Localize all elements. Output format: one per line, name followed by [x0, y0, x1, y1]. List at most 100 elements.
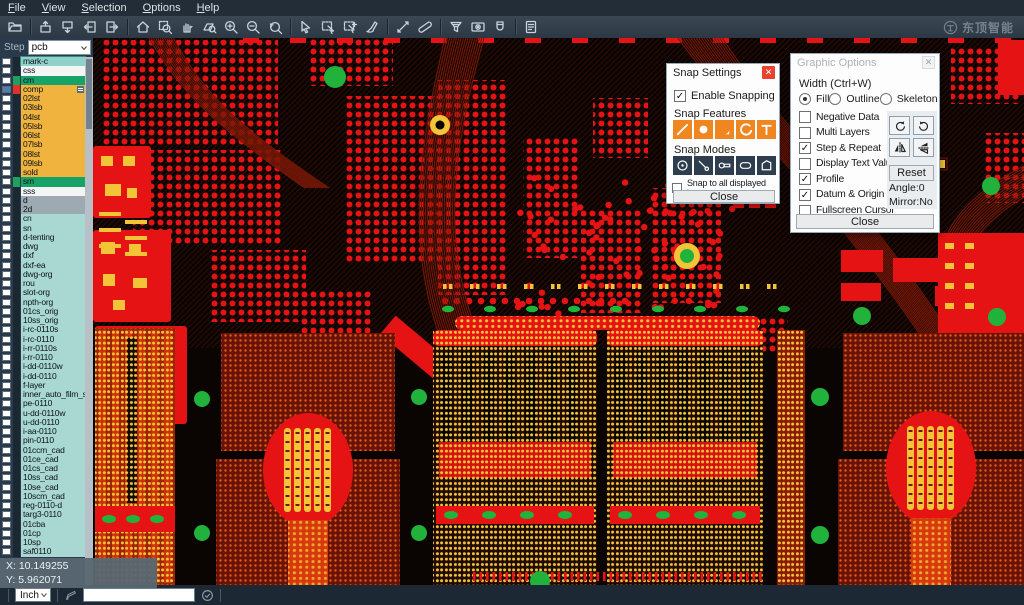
- layer-row-rou[interactable]: rou: [0, 279, 85, 288]
- checkbox-multi-layers[interactable]: Multi Layers: [799, 127, 891, 139]
- checkbox-negative-data[interactable]: Negative Data: [799, 111, 891, 123]
- send-right-icon[interactable]: [101, 17, 123, 37]
- layer-row-cm[interactable]: cm: [0, 76, 85, 85]
- flip-horizontal-icon[interactable]: [889, 138, 910, 157]
- layer-visibility-checkbox[interactable]: [2, 262, 11, 269]
- layer-row-dxf-ea[interactable]: dxf-ea: [0, 261, 85, 270]
- rotate-cw-icon[interactable]: [889, 116, 910, 135]
- layer-row-cn[interactable]: cn: [0, 214, 85, 223]
- layer-row-02lst[interactable]: 02lst: [0, 94, 85, 103]
- layer-visibility-checkbox[interactable]: [2, 400, 11, 407]
- layer-visibility-checkbox[interactable]: [2, 373, 11, 380]
- layer-row-09lsb[interactable]: 09lsb: [0, 159, 85, 168]
- layer-row-d[interactable]: d: [0, 196, 85, 205]
- load-left-icon[interactable]: [79, 17, 101, 37]
- layer-row-i-dd-0110w[interactable]: i-dd-0110w: [0, 362, 85, 371]
- snap-magnet-icon[interactable]: [489, 17, 511, 37]
- layer-visibility-checkbox[interactable]: [2, 104, 11, 111]
- layer-visibility-checkbox[interactable]: [2, 215, 11, 222]
- layer-row-04lst[interactable]: 04lst: [0, 113, 85, 122]
- layer-row-dwg-org[interactable]: dwg-org: [0, 270, 85, 279]
- layer-visibility-checkbox[interactable]: [2, 391, 11, 398]
- flip-vertical-icon[interactable]: [913, 138, 934, 157]
- layer-visibility-checkbox[interactable]: [2, 521, 11, 528]
- layer-visibility-checkbox[interactable]: [2, 465, 11, 472]
- layer-visibility-checkbox[interactable]: [2, 502, 11, 509]
- layer-visibility-checkbox[interactable]: [2, 114, 11, 121]
- layer-row-i-rc-0110s[interactable]: i-rc-0110s: [0, 325, 85, 334]
- menu-item-help[interactable]: Help: [197, 2, 220, 14]
- rotate-ccw-icon[interactable]: [913, 116, 934, 135]
- layer-visibility-checkbox[interactable]: [2, 354, 11, 361]
- layer-visibility-checkbox[interactable]: [2, 437, 11, 444]
- layer-visibility-checkbox[interactable]: [2, 419, 11, 426]
- zoom-out-icon[interactable]: [242, 17, 264, 37]
- zoom-object-icon[interactable]: [198, 17, 220, 37]
- checkbox-step-repeat[interactable]: ✓Step & Repeat: [799, 142, 891, 154]
- layer-row-2d[interactable]: 2d: [0, 205, 85, 214]
- layer-visibility-checkbox[interactable]: [2, 197, 11, 204]
- layer-row-01cs_orig[interactable]: 01cs_orig: [0, 307, 85, 316]
- select-window-icon[interactable]: [317, 17, 339, 37]
- layer-row-10se_cad[interactable]: 10se_cad: [0, 483, 85, 492]
- layer-row-i-dd-0110[interactable]: i-dd-0110: [0, 372, 85, 381]
- export-icon[interactable]: [57, 17, 79, 37]
- snap-close-button[interactable]: Close: [673, 190, 775, 203]
- mode-key-icon[interactable]: [715, 156, 734, 175]
- layer-visibility-checkbox[interactable]: [2, 474, 11, 481]
- layer-row-i-rr-0110[interactable]: i-rr-0110: [0, 353, 85, 362]
- layer-visibility-checkbox[interactable]: [2, 123, 11, 130]
- snap-surface-icon[interactable]: [715, 120, 734, 139]
- layer-row-sold[interactable]: sold: [0, 168, 85, 177]
- layer-visibility-checkbox[interactable]: [2, 326, 11, 333]
- checkbox[interactable]: ✓: [674, 90, 686, 102]
- layer-row-01cp[interactable]: 01cp: [0, 529, 85, 538]
- layer-row-i-rr-0110s[interactable]: i-rr-0110s: [0, 344, 85, 353]
- layer-row-reg-0110-d[interactable]: reg-0110-d: [0, 501, 85, 510]
- checkbox-datum-origin[interactable]: ✓Datum & Origin: [799, 189, 891, 201]
- layer-row-07lsb[interactable]: 07lsb: [0, 140, 85, 149]
- layer-row-03lsb[interactable]: 03lsb: [0, 103, 85, 112]
- view-eye-icon[interactable]: [467, 17, 489, 37]
- layer-visibility-checkbox[interactable]: [2, 336, 11, 343]
- layer-row-npth-org[interactable]: npth-org: [0, 298, 85, 307]
- layer-row-i-aa-0110[interactable]: i-aa-0110: [0, 427, 85, 436]
- layer-row-sn[interactable]: sn: [0, 224, 85, 233]
- snap-line-icon[interactable]: [673, 120, 692, 139]
- menu-item-view[interactable]: View: [42, 2, 66, 14]
- layer-visibility-checkbox[interactable]: [2, 169, 11, 176]
- layer-row-01cba[interactable]: 01cba: [0, 520, 85, 529]
- layer-row-comp[interactable]: comp: [0, 85, 85, 94]
- menu-item-file[interactable]: File: [8, 2, 26, 14]
- zoom-previous-icon[interactable]: [264, 17, 286, 37]
- layer-visibility-checkbox[interactable]: [2, 428, 11, 435]
- step-select[interactable]: pcb: [28, 40, 91, 55]
- select-group-icon[interactable]: [339, 17, 361, 37]
- layer-visibility-checkbox[interactable]: [2, 382, 11, 389]
- menu-item-options[interactable]: Options: [143, 2, 181, 14]
- layer-visibility-checkbox[interactable]: [2, 548, 11, 555]
- layer-visibility-checkbox[interactable]: [2, 141, 11, 148]
- radio-outline[interactable]: Outline: [829, 93, 879, 105]
- layer-row-i-rc-0110[interactable]: i-rc-0110: [0, 335, 85, 344]
- snap-arc-icon[interactable]: [736, 120, 755, 139]
- layer-visibility-checkbox[interactable]: [2, 95, 11, 102]
- layer-visibility-checkbox[interactable]: [2, 132, 11, 139]
- note-page-icon[interactable]: [64, 589, 77, 602]
- import-icon[interactable]: [35, 17, 57, 37]
- unit-select[interactable]: Inch: [15, 588, 51, 602]
- layer-visibility-checkbox[interactable]: [2, 456, 11, 463]
- mode-slot-icon[interactable]: [736, 156, 755, 175]
- layer-visibility-checkbox[interactable]: [2, 317, 11, 324]
- layer-visibility-checkbox[interactable]: [2, 243, 11, 250]
- measure-line-icon[interactable]: [392, 17, 414, 37]
- checkbox-profile[interactable]: ✓Profile: [799, 173, 891, 185]
- layer-row-dwg[interactable]: dwg: [0, 242, 85, 251]
- layer-visibility-checkbox[interactable]: [2, 530, 11, 537]
- layer-row-pin-0110[interactable]: pin-0110: [0, 436, 85, 445]
- layer-row-10ss_cad[interactable]: 10ss_cad: [0, 473, 85, 482]
- zoom-in-icon[interactable]: [220, 17, 242, 37]
- layer-visibility-checkbox[interactable]: [2, 493, 11, 500]
- open-folder-icon[interactable]: [4, 17, 26, 37]
- layer-visibility-checkbox[interactable]: [2, 58, 11, 65]
